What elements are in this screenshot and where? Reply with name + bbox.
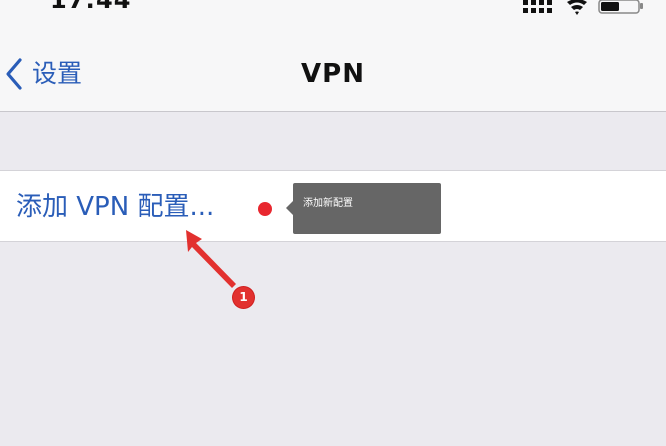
annotation-tooltip-text: 添加新配置 [303,198,353,209]
cellular-signal-icon [523,0,552,13]
annotation-step-badge: 1 [233,287,254,308]
annotation-tooltip: 添加新配置 [286,183,441,234]
status-icons [522,0,644,16]
navigation-bar: 设置 VPN [0,22,666,112]
battery-icon [598,0,643,14]
page-title: VPN [301,59,365,89]
status-time: 17:44 [50,0,132,14]
status-bar: 17:44 [0,0,666,22]
add-vpn-configuration-label: 添加 VPN 配置... [16,192,215,222]
annotation-marker-dot [258,202,272,216]
wifi-icon [567,0,587,15]
